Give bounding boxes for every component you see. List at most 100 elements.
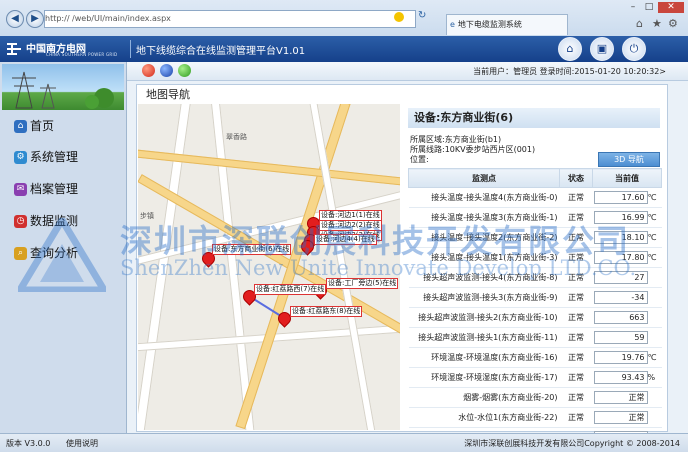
point-value-cell: 正常 bbox=[592, 407, 662, 428]
point-name: 接头温度-接头温度4(东方商业街-0) bbox=[408, 187, 560, 208]
value-unit: ℃ bbox=[647, 253, 657, 262]
sidebar-item-archive[interactable]: ✉ 档案管理 bbox=[14, 178, 124, 200]
point-value-cell: 93.43% bbox=[592, 367, 662, 388]
monitor-table: 监测点 状态 当前值 接头温度-接头温度4(东方商业街-0) 正常 17.60 ℃ 接头… bbox=[408, 168, 662, 448]
address-bar[interactable]: http:// /web/UI/main/index.aspx bbox=[44, 10, 416, 28]
value-field: 663 bbox=[593, 311, 648, 324]
value-unit: ℃ bbox=[647, 213, 657, 222]
table-row: 烟雾-烟雾(东方商业街-20) 正常 正常 bbox=[408, 387, 662, 408]
point-status: 正常 bbox=[559, 367, 593, 388]
point-status: 正常 bbox=[559, 307, 593, 328]
red-theme-icon[interactable] bbox=[142, 64, 155, 77]
point-name: 接头超声波监测-接头2(东方商业街-10) bbox=[408, 307, 560, 328]
logout-button-icon[interactable]: ⏻ bbox=[622, 37, 646, 61]
device-label[interactable]: 设备:红荔路东(8)在线 bbox=[290, 306, 363, 317]
browser-tab[interactable]: e 地下电缆监测系统 bbox=[446, 14, 568, 35]
close-icon[interactable]: ✕ bbox=[658, 2, 684, 13]
gear-icon: ⚙ bbox=[14, 151, 27, 164]
point-value-cell: 17.60 ℃ bbox=[592, 187, 662, 208]
device-label[interactable]: 设备:红荔路西(7)在线 bbox=[254, 284, 327, 295]
back-icon[interactable]: ◀ bbox=[6, 10, 24, 28]
watermark-en: ShenZhen New Unite Innovate Develop LTD.… bbox=[120, 256, 637, 280]
value-field: -34 bbox=[593, 291, 648, 304]
value-field: 17.60 bbox=[593, 191, 648, 204]
footer: 版本 V3.0.0 使用说明 深圳市深联创展科技开发有限公司Copyright … bbox=[0, 433, 688, 452]
app-header: 中国南方电网 CHINA SOUTHERN POWER GRID 地下线缆综合在… bbox=[0, 36, 688, 62]
value-unit: % bbox=[647, 373, 656, 382]
maximize-icon[interactable]: □ bbox=[642, 2, 656, 13]
value-field: 93.43 bbox=[593, 371, 648, 384]
point-status: 正常 bbox=[559, 387, 593, 408]
value-field: 正常 bbox=[593, 391, 648, 404]
device-line: 所属线路:10KV委步站西片区(001) bbox=[410, 145, 536, 154]
point-value-cell: -34 bbox=[592, 287, 662, 308]
minimize-icon[interactable]: – bbox=[626, 2, 640, 13]
map-place-name: 翠香路 bbox=[226, 133, 247, 141]
col-header-status: 状态 bbox=[559, 168, 593, 188]
home-browser-icon[interactable]: ⌂ bbox=[636, 17, 643, 30]
device-location: 位置: bbox=[410, 155, 429, 164]
point-name: 烟雾-烟雾(东方商业街-20) bbox=[408, 387, 560, 408]
point-value-cell: 663 bbox=[592, 307, 662, 328]
settings-gear-icon[interactable]: ⚙ bbox=[668, 17, 678, 30]
point-status: 正常 bbox=[559, 287, 593, 308]
value-field: 59 bbox=[593, 331, 648, 344]
table-row: 接头超声波监测-接头1(东方商业街-11) 正常 59 bbox=[408, 327, 662, 348]
header-divider bbox=[130, 40, 131, 58]
table-row: 环境湿度-环境湿度(东方商业街-17) 正常 93.43% bbox=[408, 367, 662, 388]
help-link[interactable]: 使用说明 bbox=[66, 438, 98, 449]
user-info: 当前用户：管理员 登录时间:2015-01-20 10:20:32> bbox=[473, 67, 666, 76]
col-header-point: 监测点 bbox=[408, 168, 560, 188]
map-title: 地图导航 bbox=[146, 88, 190, 101]
green-theme-icon[interactable] bbox=[178, 64, 191, 77]
value-unit: ℃ bbox=[647, 353, 657, 362]
table-row: 环境温度-环境温度(东方商业街-16) 正常 19.76 ℃ bbox=[408, 347, 662, 368]
sidebar-item-home[interactable]: ⌂ 首页 bbox=[14, 115, 124, 137]
point-name: 环境温度-环境温度(东方商业街-16) bbox=[408, 347, 560, 368]
sidebar-banner bbox=[2, 64, 124, 110]
table-row: 接头温度-接头温度4(东方商业街-0) 正常 17.60 ℃ bbox=[408, 187, 662, 208]
value-unit: ℃ bbox=[647, 233, 657, 242]
sidebar-item-label: 首页 bbox=[30, 119, 55, 133]
device-title: 设备:东方商业街(6) bbox=[408, 108, 660, 128]
blue-theme-icon[interactable] bbox=[160, 64, 173, 77]
point-value-cell: 正常 bbox=[592, 387, 662, 408]
point-status: 正常 bbox=[559, 347, 593, 368]
table-row: 接头超声波监测-接头2(东方商业街-10) 正常 663 bbox=[408, 307, 662, 328]
ie-icon: e bbox=[450, 20, 455, 29]
point-status: 正常 bbox=[559, 187, 593, 208]
point-status: 正常 bbox=[559, 327, 593, 348]
refresh-icon[interactable]: ↻ bbox=[418, 10, 426, 21]
point-value-cell: 59 bbox=[592, 327, 662, 348]
3d-navigation-button[interactable]: 3D 导航 bbox=[598, 152, 660, 167]
value-field: 正常 bbox=[593, 411, 648, 424]
forward-icon[interactable]: ▶ bbox=[26, 10, 44, 28]
browser-toolbar: ◀ ▶ http:// /web/UI/main/index.aspx ↻ e地… bbox=[0, 0, 688, 37]
home-button-icon[interactable]: ⌂ bbox=[558, 37, 582, 61]
value-field: 19.76 bbox=[593, 351, 648, 364]
point-name: 接头超声波监测-接头1(东方商业街-11) bbox=[408, 327, 560, 348]
point-status: 正常 bbox=[559, 407, 593, 428]
tab-title: 地下电缆监测系统 bbox=[457, 20, 522, 29]
value-unit: ℃ bbox=[647, 193, 657, 202]
watermark-logo bbox=[13, 213, 111, 294]
sidebar-item-label: 系统管理 bbox=[30, 150, 79, 164]
col-header-value: 当前值 bbox=[592, 168, 662, 188]
mail-icon: ✉ bbox=[14, 183, 27, 196]
app-title: 地下线缆综合在线监测管理平台V1.01 bbox=[136, 46, 306, 57]
favorites-icon[interactable]: ★ bbox=[652, 17, 662, 30]
compat-icon[interactable] bbox=[394, 12, 404, 22]
point-value-cell: 19.76 ℃ bbox=[592, 347, 662, 368]
sidebar-item-label: 档案管理 bbox=[30, 182, 79, 196]
url-text: http:// /web/UI/main/index.aspx bbox=[45, 14, 171, 23]
sidebar-item-system[interactable]: ⚙ 系统管理 bbox=[14, 146, 124, 168]
lock-button-icon[interactable]: ▣ bbox=[590, 37, 614, 61]
copyright-text: 深圳市深联创展科技开发有限公司Copyright © 2008-2014 bbox=[464, 439, 680, 448]
table-header-row: 监测点 状态 当前值 bbox=[408, 168, 662, 188]
home-icon: ⌂ bbox=[14, 120, 27, 133]
point-name: 水位-水位1(东方商业街-22) bbox=[408, 407, 560, 428]
point-name: 接头超声波监测-接头3(东方商业街-9) bbox=[408, 287, 560, 308]
table-row: 水位-水位1(东方商业街-22) 正常 正常 bbox=[408, 407, 662, 428]
version-text: 版本 V3.0.0 bbox=[6, 439, 51, 448]
point-name: 环境湿度-环境湿度(东方商业街-17) bbox=[408, 367, 560, 388]
